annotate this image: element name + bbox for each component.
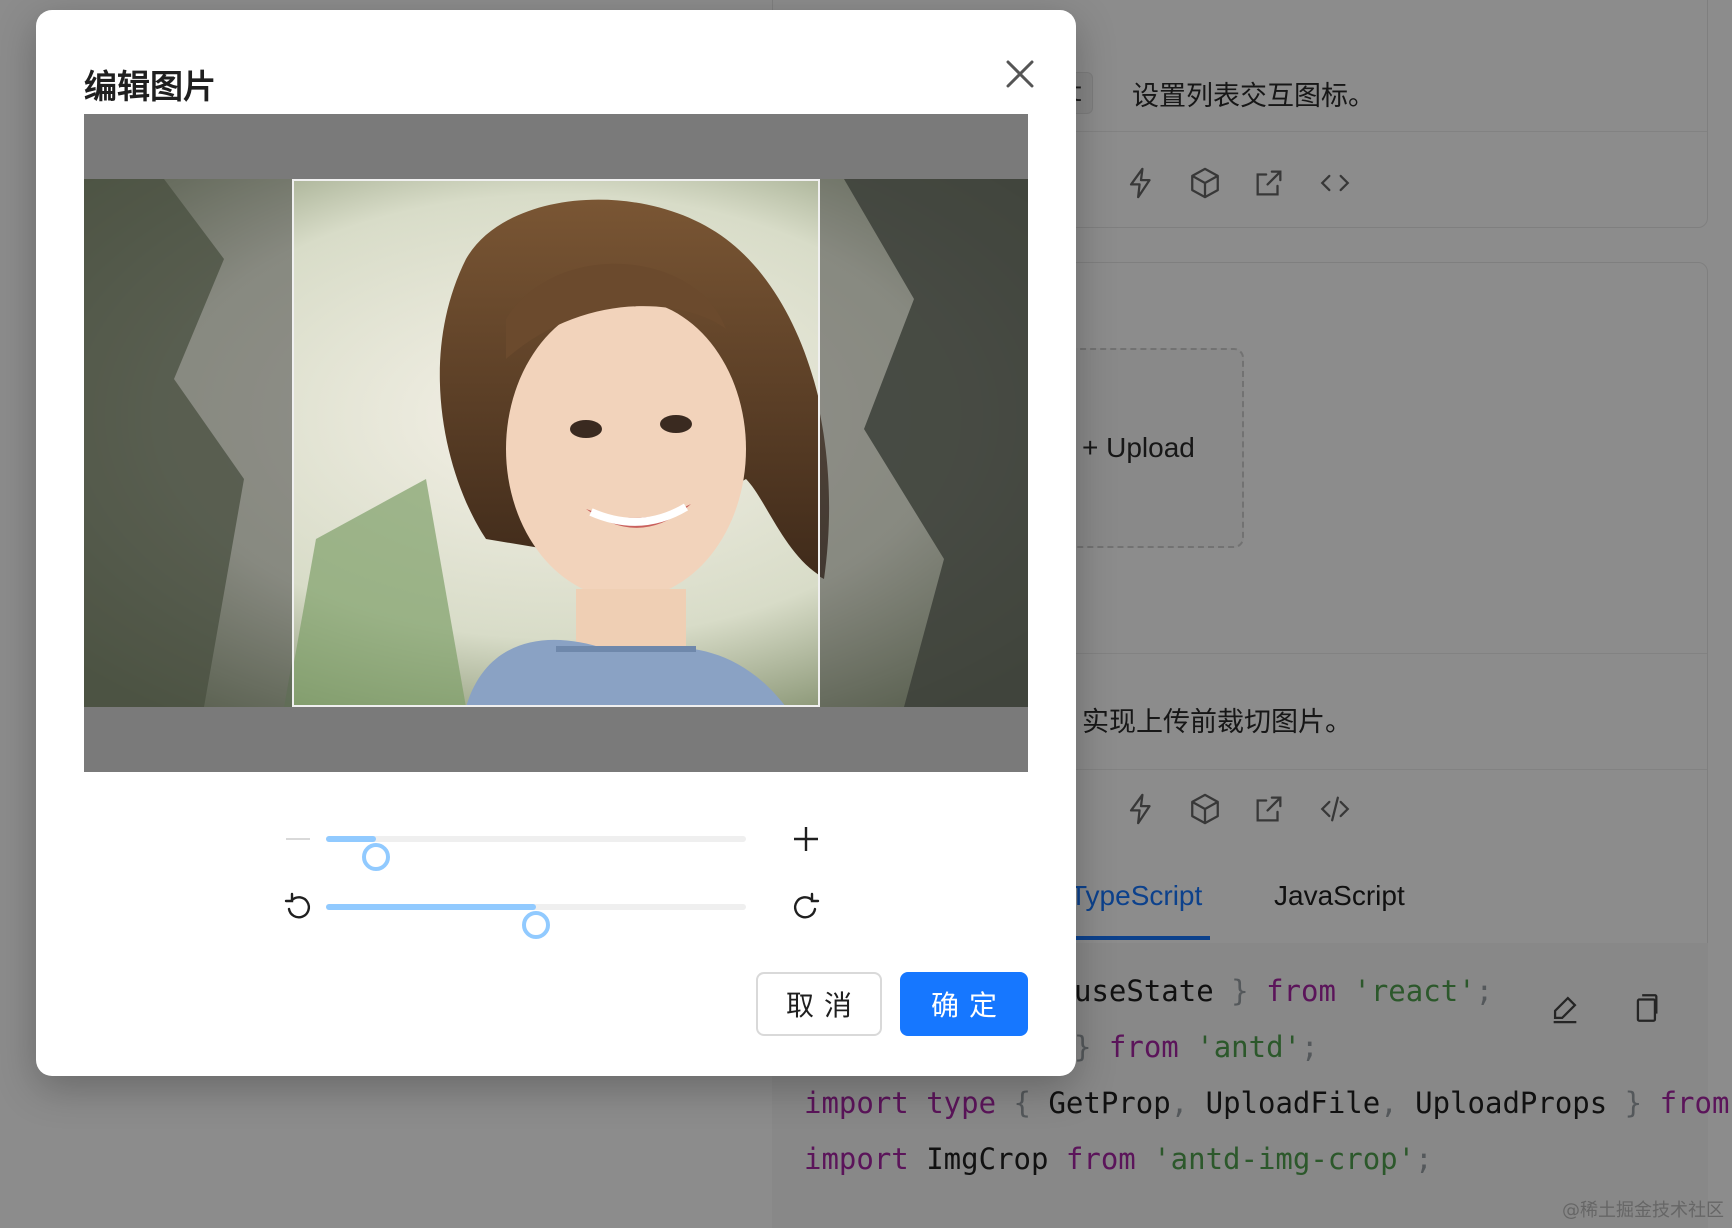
cropped-photo [294,181,818,705]
rotate-control [282,886,822,939]
close-button[interactable] [996,50,1044,98]
zoom-control [282,818,822,871]
ok-button[interactable]: 确定 [900,972,1028,1036]
zoom-slider-fill [326,836,377,842]
zoom-in-icon[interactable] [790,823,822,855]
rotate-left-icon[interactable] [282,891,314,923]
zoom-slider-handle[interactable] [362,843,391,871]
modal-title: 编辑图片 [84,67,216,106]
cancel-button[interactable]: 取消 [756,972,882,1036]
rotate-slider[interactable] [326,904,746,939]
rotate-right-icon[interactable] [790,891,822,923]
crop-area[interactable] [84,114,1028,772]
rotate-slider-fill [326,904,536,910]
rotate-slider-handle[interactable] [522,911,550,939]
edit-image-modal: 编辑图片 取消 确定 [36,10,1076,1076]
close-icon [1006,60,1034,88]
zoom-slider[interactable] [326,836,746,871]
zoom-out-icon[interactable] [282,823,314,855]
crop-selection[interactable] [292,179,820,707]
